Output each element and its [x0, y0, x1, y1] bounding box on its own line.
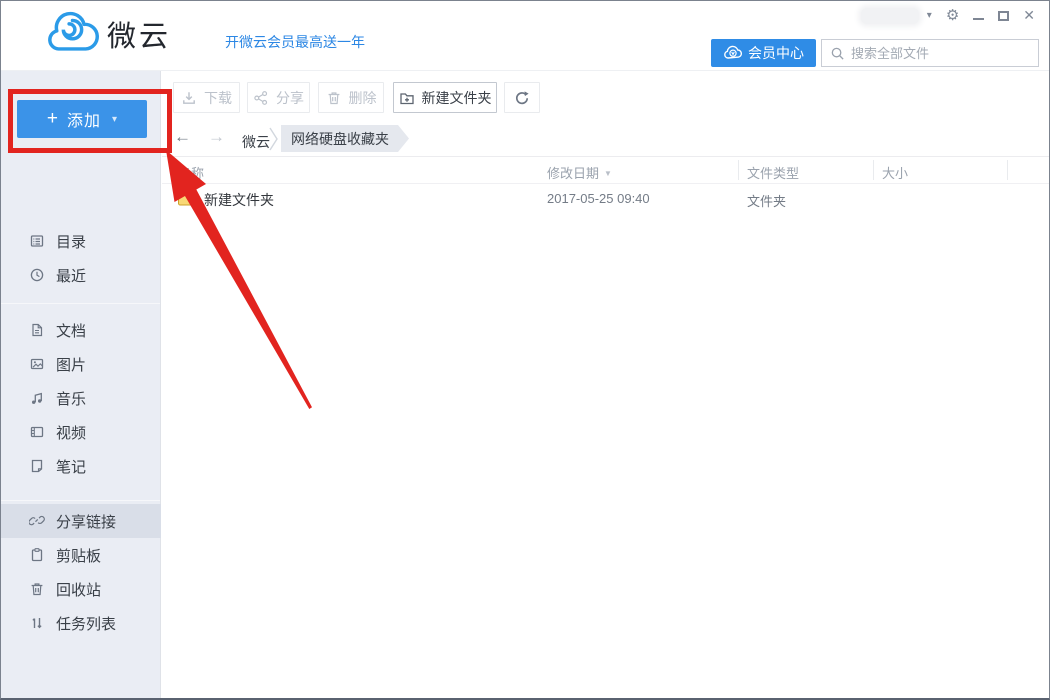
weiyun-logo: 微云 [45, 11, 171, 56]
sort-caret-icon: ▼ [604, 169, 612, 178]
breadcrumb-current-folder[interactable]: 网络硬盘收藏夹 [281, 125, 409, 152]
search-input[interactable] [851, 46, 1038, 61]
breadcrumb-root[interactable]: 微云 [242, 132, 270, 152]
recent-clock-icon [29, 267, 45, 283]
note-icon [29, 458, 45, 474]
delete-label: 删除 [349, 88, 377, 108]
sidebar-item-label: 笔记 [56, 456, 86, 477]
share-icon [253, 90, 269, 106]
refresh-icon [514, 90, 530, 106]
music-note-icon [29, 390, 45, 406]
member-center-button[interactable]: 会员中心 [711, 39, 816, 67]
add-dropdown-caret-icon: ▾ [112, 114, 117, 125]
nav-back-arrow[interactable]: ← [174, 127, 191, 147]
sidebar-item-label: 分享链接 [56, 511, 116, 532]
add-button[interactable]: + 添加 ▾ [17, 100, 147, 138]
sidebar-item-share-links[interactable]: 分享链接 [1, 504, 161, 538]
sidebar-item-label: 目录 [56, 231, 86, 252]
weiyun-app-window: 微云 开微云会员最高送一年 会员中心 ▾ [0, 0, 1050, 700]
nav-forward-arrow[interactable]: → [208, 127, 225, 147]
new-folder-label: 新建文件夹 [422, 88, 492, 108]
link-icon [29, 513, 45, 529]
new-folder-icon [399, 90, 415, 106]
sidebar-item-label: 最近 [56, 265, 86, 286]
member-center-label: 会员中心 [748, 43, 804, 63]
column-divider [873, 160, 874, 180]
weiyun-cloud-logo-icon [45, 11, 99, 56]
sidebar-item-label: 音乐 [56, 388, 86, 409]
sidebar-item-documents[interactable]: 文档 [1, 313, 161, 347]
search-icon [830, 46, 845, 61]
sidebar-item-label: 任务列表 [56, 613, 116, 634]
settings-gear-icon[interactable]: ⚙ [946, 8, 959, 23]
titlebar-controls: ▾ ⚙ ✕ [861, 7, 1035, 24]
close-icon[interactable]: ✕ [1023, 7, 1035, 24]
column-header-modified[interactable]: 修改日期▼ [547, 163, 612, 182]
table-row[interactable]: 新建文件夹 2017-05-25 09:40 文件夹 [162, 184, 1049, 212]
column-header-size[interactable]: 大小 [882, 163, 908, 182]
sidebar-item-pictures[interactable]: 图片 [1, 347, 161, 381]
share-button[interactable]: 分享 [247, 82, 310, 113]
breadcrumb-divider [162, 156, 1049, 157]
sidebar-divider [1, 303, 160, 304]
minimize-icon[interactable] [973, 12, 984, 20]
sidebar-item-task-list[interactable]: 任务列表 [1, 606, 161, 640]
file-type: 文件夹 [747, 191, 786, 210]
video-icon [29, 424, 45, 440]
member-promo-link[interactable]: 开微云会员最高送一年 [225, 32, 365, 52]
clipboard-icon [29, 547, 45, 563]
delete-button[interactable]: 删除 [318, 82, 384, 113]
transfer-tasks-icon [29, 615, 45, 631]
sidebar-item-label: 视频 [56, 422, 86, 443]
download-button[interactable]: 下载 [173, 82, 240, 113]
file-modified-date: 2017-05-25 09:40 [547, 191, 650, 206]
column-divider [1007, 160, 1008, 180]
sidebar-item-notes[interactable]: 笔记 [1, 449, 161, 483]
sidebar-item-directory[interactable]: 目录 [1, 224, 161, 258]
sidebar-item-recycle-bin[interactable]: 回收站 [1, 572, 161, 606]
sidebar: + 添加 ▾ 目录 最近 文档 图片 [1, 71, 161, 698]
sidebar-item-label: 回收站 [56, 579, 101, 600]
sidebar-item-label: 剪贴板 [56, 545, 101, 566]
sidebar-item-label: 图片 [56, 354, 86, 375]
main-content: 下载 分享 删除 新建文件夹 ← → 微云 [162, 71, 1049, 698]
document-icon [29, 322, 45, 338]
column-divider [738, 160, 739, 180]
refresh-button[interactable] [504, 82, 540, 113]
folder-icon [177, 188, 199, 212]
breadcrumb-chevron-icon [269, 126, 278, 157]
download-label: 下载 [204, 88, 232, 108]
sidebar-item-label: 文档 [56, 320, 86, 341]
add-button-label: 添加 [67, 107, 101, 131]
trash-icon [29, 581, 45, 597]
maximize-icon[interactable] [998, 11, 1009, 21]
user-account-redacted[interactable] [861, 8, 919, 24]
logo-text: 微云 [107, 13, 171, 55]
image-icon [29, 356, 45, 372]
directory-icon [29, 233, 45, 249]
sidebar-item-recent[interactable]: 最近 [1, 258, 161, 292]
new-folder-button[interactable]: 新建文件夹 [393, 82, 497, 113]
download-icon [181, 90, 197, 106]
sidebar-item-videos[interactable]: 视频 [1, 415, 161, 449]
delete-trash-icon [326, 90, 342, 106]
account-dropdown-caret-icon[interactable]: ▾ [927, 10, 932, 21]
sidebar-item-music[interactable]: 音乐 [1, 381, 161, 415]
column-header-name[interactable]: 名称 [178, 163, 204, 182]
sidebar-item-clipboard[interactable]: 剪贴板 [1, 538, 161, 572]
plus-icon: + [47, 108, 58, 130]
search-box [821, 39, 1039, 67]
share-label: 分享 [276, 88, 304, 108]
member-cloud-v-icon [723, 45, 744, 61]
file-name: 新建文件夹 [204, 190, 274, 210]
sidebar-divider [1, 500, 160, 501]
column-header-type[interactable]: 文件类型 [747, 163, 799, 182]
